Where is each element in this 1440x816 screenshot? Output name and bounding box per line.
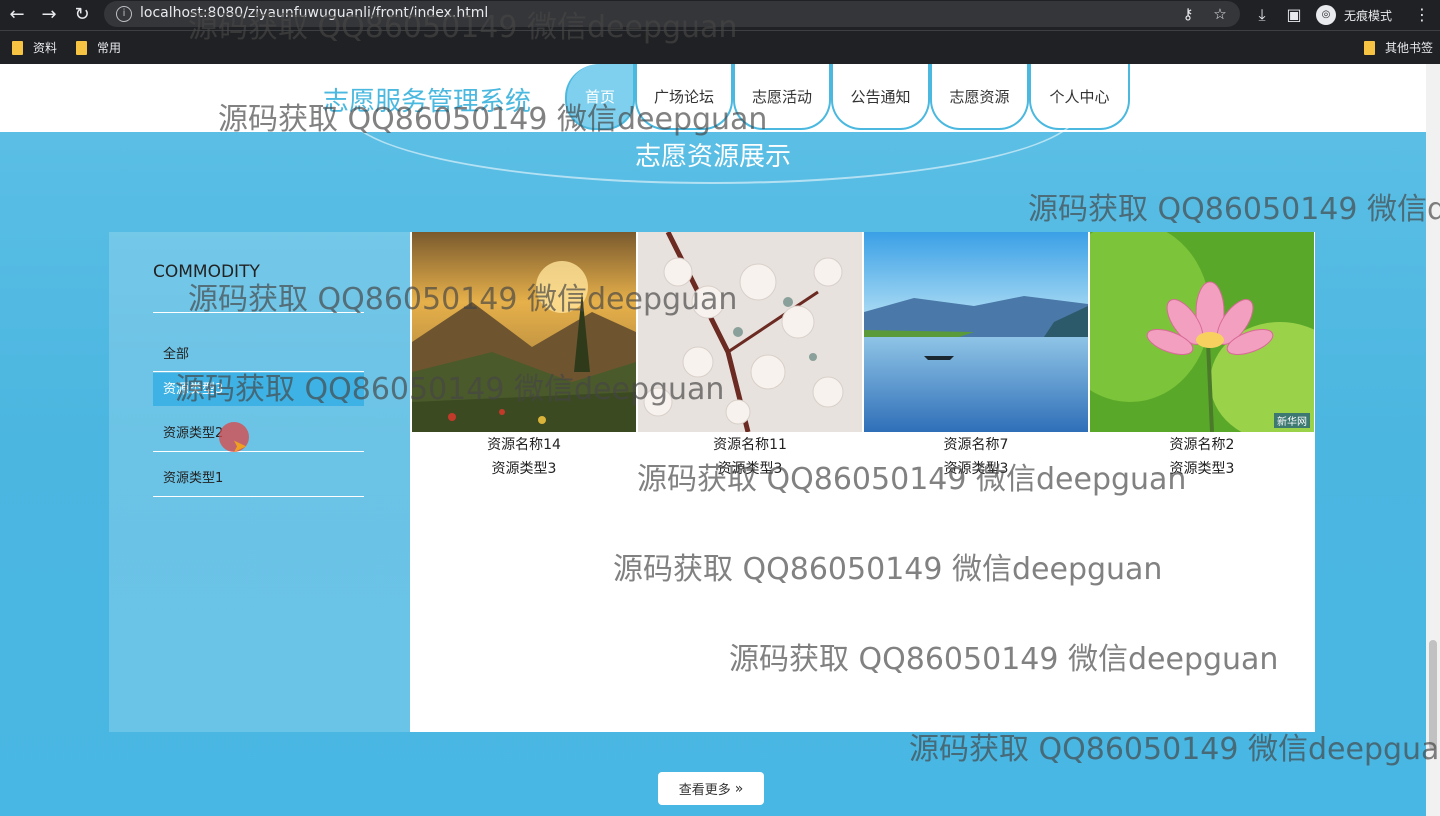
forward-arrow-icon[interactable]: → <box>37 3 61 27</box>
double-chevron-right-icon: » <box>734 780 744 797</box>
resource-image-mountain[interactable] <box>412 232 636 432</box>
incognito-icon: ◎ <box>1316 5 1336 25</box>
address-bar[interactable]: i localhost:8080/ziyaunfuwuguanli/front/… <box>104 1 1240 27</box>
sidebar-item-all[interactable]: 全部 <box>153 338 364 371</box>
sidebar-title: COMMODITY <box>153 262 260 282</box>
resource-image-lotus[interactable]: 新华网 <box>1090 232 1314 432</box>
key-icon[interactable]: ⚷ <box>1178 4 1198 24</box>
menu-kebab-icon[interactable]: ⋮ <box>1410 3 1434 27</box>
divider <box>153 451 364 452</box>
bookmark-folder-other[interactable]: 其他书签 <box>1364 39 1433 56</box>
resource-image-lake[interactable] <box>864 232 1088 432</box>
resource-name[interactable]: 资源名称7 <box>864 434 1088 454</box>
resource-name[interactable]: 资源名称2 <box>1090 434 1314 454</box>
bookmark-folder-changyong[interactable]: 常用 <box>76 39 121 56</box>
reload-icon[interactable]: ↻ <box>70 3 94 27</box>
download-icon[interactable]: ⤓ <box>1250 3 1274 27</box>
resource-type: 资源类型3 <box>717 461 783 477</box>
resource-type: 资源类型3 <box>943 461 1009 477</box>
mouse-cursor-icon: ➤ <box>232 436 248 457</box>
page-viewport: 志愿服务管理系统 首页 广场论坛 志愿活动 公告通知 志愿资源 个人中心 志愿资… <box>0 64 1440 816</box>
url-text[interactable]: localhost:8080/ziyaunfuwuguanli/front/in… <box>140 5 488 21</box>
folder-icon <box>76 40 87 55</box>
resource-grid: 资源名称14 资源类型3 资源名称11 资源类型3 资源名称7 资源类型3 新华… <box>410 232 1315 732</box>
resource-card[interactable]: 资源名称14 资源类型3 <box>412 232 636 477</box>
back-arrow-icon[interactable]: ← <box>5 3 29 27</box>
resource-name[interactable]: 资源名称14 <box>412 434 636 454</box>
resource-image-blossom[interactable] <box>638 232 862 432</box>
section-title: 志愿资源展示 <box>634 142 791 172</box>
resource-name[interactable]: 资源名称11 <box>638 434 862 454</box>
star-bookmark-icon[interactable]: ☆ <box>1210 4 1230 24</box>
bookmarks-bar: 资料 常用 其他书签 <box>0 30 1440 64</box>
folder-icon <box>1364 40 1375 55</box>
side-panel-icon[interactable]: ▣ <box>1282 3 1306 27</box>
incognito-indicator[interactable]: ◎ 无痕模式 <box>1316 3 1392 27</box>
sidebar-item-type2[interactable]: 资源类型2 <box>153 417 364 450</box>
resource-card[interactable]: 资源名称11 资源类型3 <box>638 232 862 477</box>
divider <box>153 312 364 313</box>
resource-card[interactable]: 资源名称7 资源类型3 <box>864 232 1088 477</box>
resource-card[interactable]: 新华网 资源名称2 资源类型3 <box>1090 232 1314 477</box>
sidebar-item-type1[interactable]: 资源类型1 <box>153 462 364 495</box>
view-more-button[interactable]: 查看更多 » <box>658 772 764 805</box>
category-sidebar: COMMODITY 全部 资源类型3 资源类型2 资源类型1 <box>109 232 410 732</box>
resource-type: 资源类型3 <box>491 461 557 477</box>
sidebar-item-type3[interactable]: 资源类型3 <box>153 373 364 406</box>
folder-icon <box>12 40 23 55</box>
news-logo-badge: 新华网 <box>1274 413 1310 428</box>
bookmark-folder-ziliao[interactable]: 资料 <box>12 39 57 56</box>
divider <box>153 496 364 497</box>
page-scrollbar[interactable] <box>1426 64 1440 816</box>
divider <box>153 371 364 372</box>
browser-toolbar: ← → ↻ i localhost:8080/ziyaunfuwuguanli/… <box>0 0 1440 30</box>
incognito-label: 无痕模式 <box>1344 8 1393 23</box>
resource-type: 资源类型3 <box>1169 461 1235 477</box>
site-info-icon[interactable]: i <box>116 6 132 22</box>
scrollbar-thumb[interactable] <box>1429 640 1437 750</box>
